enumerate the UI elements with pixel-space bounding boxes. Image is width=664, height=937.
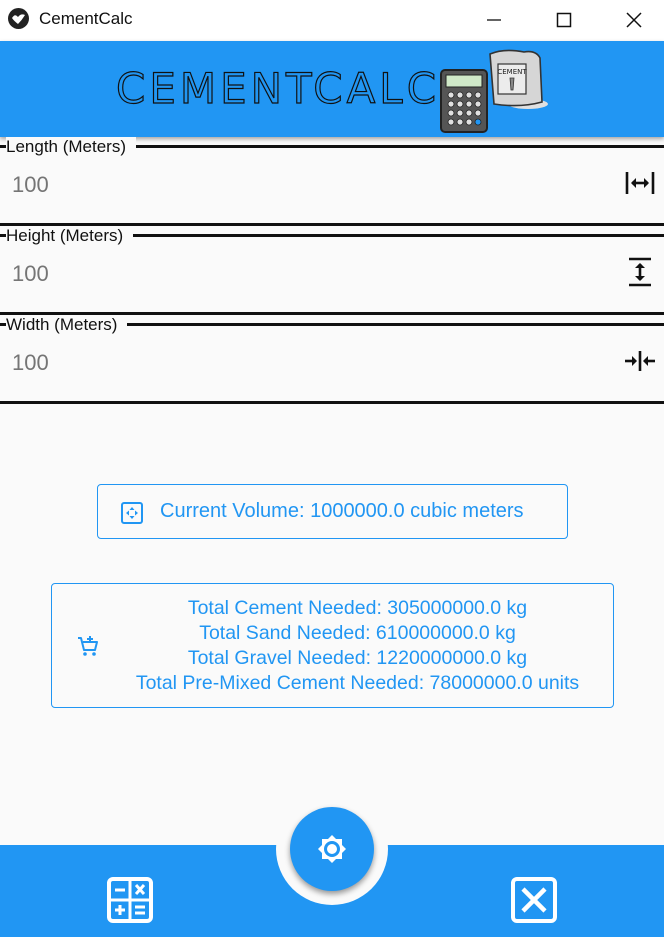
app-logo-text: CEMENTCALC (115, 63, 441, 113)
gravel-needed-text: Total Gravel Needed: 1220000000.0 kg (187, 647, 528, 669)
length-input[interactable] (12, 170, 572, 200)
exit-button[interactable] (511, 877, 557, 928)
length-label: Length (Meters) (6, 137, 136, 157)
close-button[interactable] (599, 0, 664, 41)
sand-needed-text: Total Sand Needed: 610000000.0 kg (199, 622, 516, 644)
vertical-arrows-icon (629, 257, 651, 287)
field-border-bottom (0, 401, 664, 404)
current-volume-card: Current Volume: 1000000.0 cubic meters (97, 484, 568, 539)
window-titlebar: CementCalc (0, 0, 664, 41)
height-input[interactable] (12, 259, 572, 289)
horizontal-arrows-icon (625, 172, 655, 194)
results-lines: Total Cement Needed: 305000000.0 kg Tota… (102, 596, 613, 696)
width-field: Width (Meters) (0, 315, 664, 404)
minimize-button[interactable] (459, 0, 529, 41)
calculate-button[interactable] (107, 877, 153, 928)
calculator-logo-icon (440, 69, 488, 133)
bag-label: CEMENT (497, 68, 527, 76)
cement-bag-logo-icon: CEMENT (489, 49, 548, 109)
maximize-button[interactable] (529, 0, 599, 41)
settings-icon (318, 835, 346, 863)
move-cube-icon (121, 502, 143, 524)
cart-plus-icon (78, 636, 98, 656)
app-logo-icon (8, 8, 29, 29)
width-input[interactable] (12, 348, 572, 378)
cement-needed-text: Total Cement Needed: 305000000.0 kg (187, 597, 528, 619)
height-label: Height (Meters) (6, 226, 134, 246)
calculator-icon (107, 877, 153, 923)
width-label: Width (Meters) (6, 315, 128, 335)
app-header: CEMENTCALC CEMENT (0, 41, 664, 137)
window-title: CementCalc (39, 9, 133, 28)
length-field: Length (Meters) (0, 137, 664, 226)
close-box-icon (511, 877, 557, 923)
compress-arrows-icon (625, 351, 655, 371)
settings-button[interactable] (290, 807, 374, 891)
materials-results-card: Total Cement Needed: 305000000.0 kg Tota… (51, 583, 614, 708)
current-volume-text: Current Volume: 1000000.0 cubic meters (160, 500, 524, 522)
premixed-needed-text: Total Pre-Mixed Cement Needed: 78000000.… (135, 672, 580, 694)
height-field: Height (Meters) (0, 226, 664, 315)
